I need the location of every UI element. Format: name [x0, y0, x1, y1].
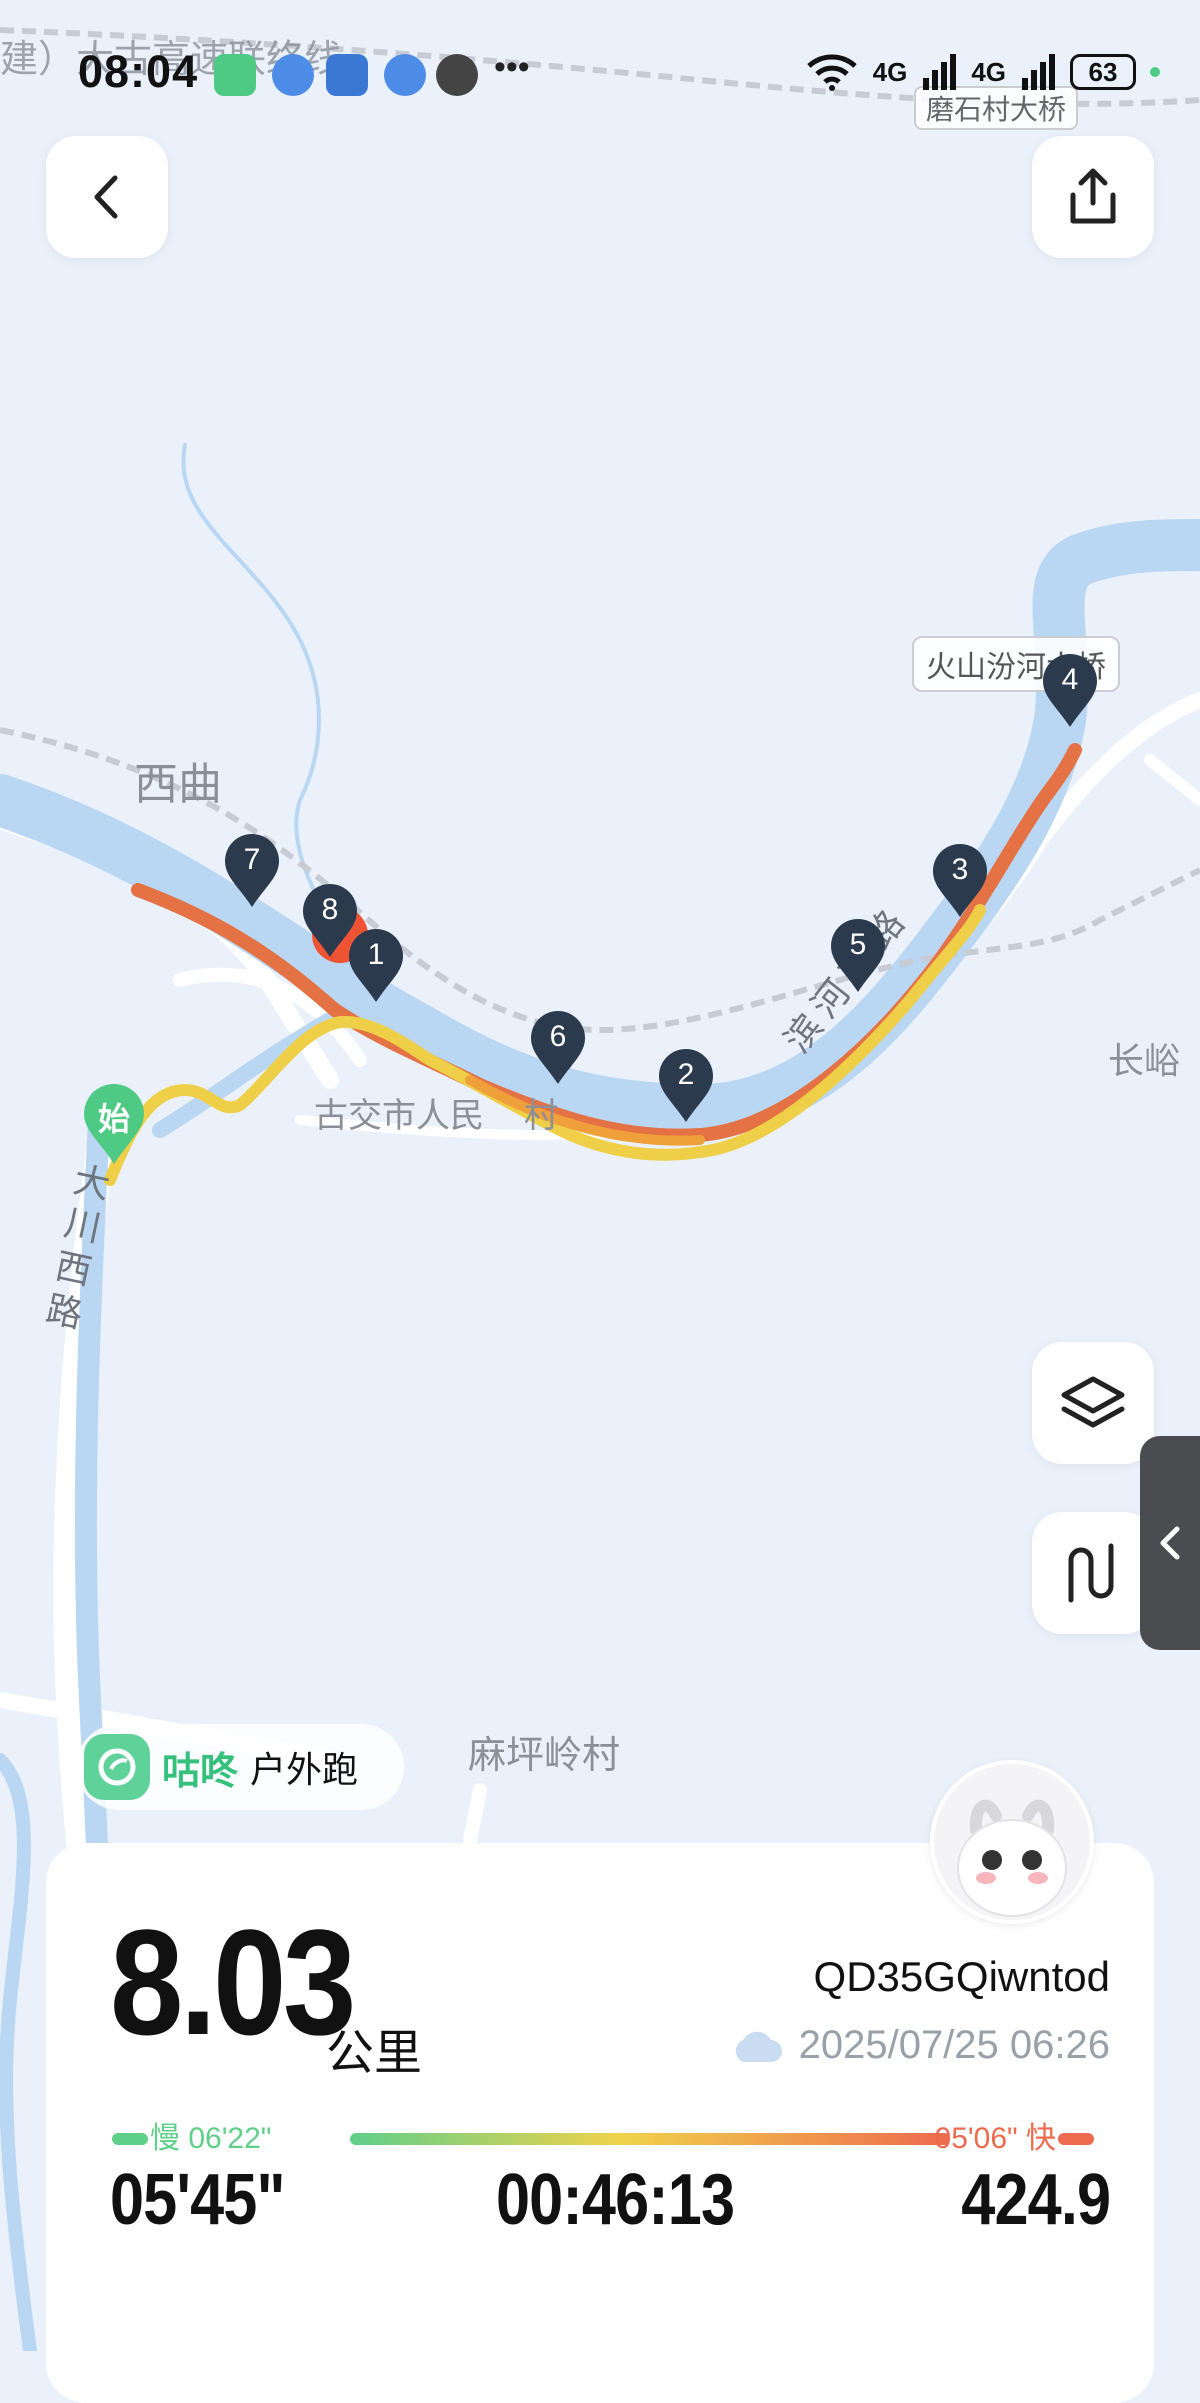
username: QD35GQiwntod: [813, 1953, 1110, 2000]
village-label-mapingling: 麻坪岭村: [468, 1735, 621, 1777]
workout-datetime: 2025/07/25 06:26: [798, 2023, 1110, 2067]
charging-dot: [1150, 67, 1160, 77]
chat-icon: [436, 54, 478, 96]
wifi-icon: [806, 54, 857, 91]
start-marker[interactable]: 始: [82, 1082, 146, 1166]
km-marker-label: 2: [677, 1058, 695, 1091]
pace-fast-label: 05'06" 快: [934, 2122, 1056, 2155]
share-icon: [1070, 168, 1116, 224]
signal-icon-2: [1022, 54, 1055, 90]
battery-level: 63: [1088, 56, 1118, 87]
km-marker-label: 8: [321, 893, 339, 926]
avatar[interactable]: [930, 1760, 1094, 1924]
bird-icon: [98, 1748, 136, 1786]
app-brand: 咕咚: [162, 1750, 239, 1793]
village-label-gujiao: 古交市人民 村: [314, 1088, 558, 1137]
workout-datetime-row: 2025/07/25 06:26: [729, 2023, 1110, 2068]
layers-icon: [1061, 1376, 1125, 1428]
browser-icon-2: [384, 54, 426, 96]
km-marker-2[interactable]: 2: [657, 1048, 715, 1124]
app-icon: [326, 54, 368, 96]
km-marker-label: 7: [243, 843, 261, 876]
activity-type: 户外跑: [250, 1749, 359, 1790]
start-marker-label: 始: [97, 1101, 130, 1137]
browser-icon: [272, 54, 314, 96]
app-activity-pill: 咕咚 户外跑: [76, 1724, 404, 1810]
km-marker-label: 5: [849, 928, 867, 961]
distance-value: 8.03: [110, 1898, 356, 2066]
app-logo-icon: [84, 1734, 150, 1800]
status-time: 08:04: [78, 46, 199, 97]
summary-card: 8.03 公里 QD35GQiwntod 2025/07/25 06:26 慢 …: [46, 1843, 1154, 2403]
back-button[interactable]: [46, 136, 168, 258]
battery-icon: 63: [1070, 54, 1136, 90]
third-stat-value: 424.9: [961, 2160, 1111, 2240]
pace-legend: 慢 06'22" 05'06" 快: [110, 2119, 1096, 2159]
track-button[interactable]: [1032, 1512, 1154, 1634]
km-marker-label: 4: [1061, 663, 1079, 696]
km-marker-label: 3: [951, 853, 969, 886]
signal-icon: [923, 54, 957, 90]
village-label-xiqu: 西曲: [134, 760, 222, 809]
distance-unit: 公里: [326, 2027, 423, 2080]
status-right: 4G 4G 63: [805, 52, 1160, 92]
km-marker-6[interactable]: 6: [529, 1010, 587, 1086]
track-icon: [1068, 1543, 1114, 1603]
duration-value: 00:46:13: [496, 2160, 735, 2240]
km-marker-8[interactable]: 8: [301, 883, 359, 959]
mascot-avatar-icon: [934, 1764, 1090, 1920]
village-label-gujiao-suffix: 村: [524, 1097, 558, 1135]
km-marker-7[interactable]: 7: [223, 833, 281, 909]
chevron-left-icon: [94, 175, 118, 219]
km-marker-4[interactable]: 4: [1041, 653, 1099, 729]
village-label-changyu: 长峪: [1108, 1040, 1181, 1081]
village-label-gujiao-main: 古交市人民: [314, 1097, 484, 1135]
collapse-panel-button[interactable]: [1140, 1436, 1200, 1650]
pace-slow-label: 慢 06'22": [150, 2122, 272, 2155]
share-button[interactable]: [1032, 136, 1154, 258]
more-notifications-icon: •••: [494, 48, 530, 86]
chevron-left-icon: [1160, 1526, 1180, 1560]
status-bar: 08:04 ••• 4G 4G 63: [0, 0, 1200, 150]
km-marker-5[interactable]: 5: [829, 918, 887, 994]
avg-pace-value: 05'45": [110, 2160, 285, 2240]
network-label-2: 4G: [971, 56, 1006, 87]
cloud-icon: [735, 2031, 782, 2062]
layers-button[interactable]: [1032, 1342, 1154, 1464]
km-marker-3[interactable]: 3: [931, 843, 989, 919]
network-label-1: 4G: [872, 56, 908, 87]
app-notification-icon: [214, 54, 256, 96]
km-marker-label: 6: [549, 1020, 567, 1053]
